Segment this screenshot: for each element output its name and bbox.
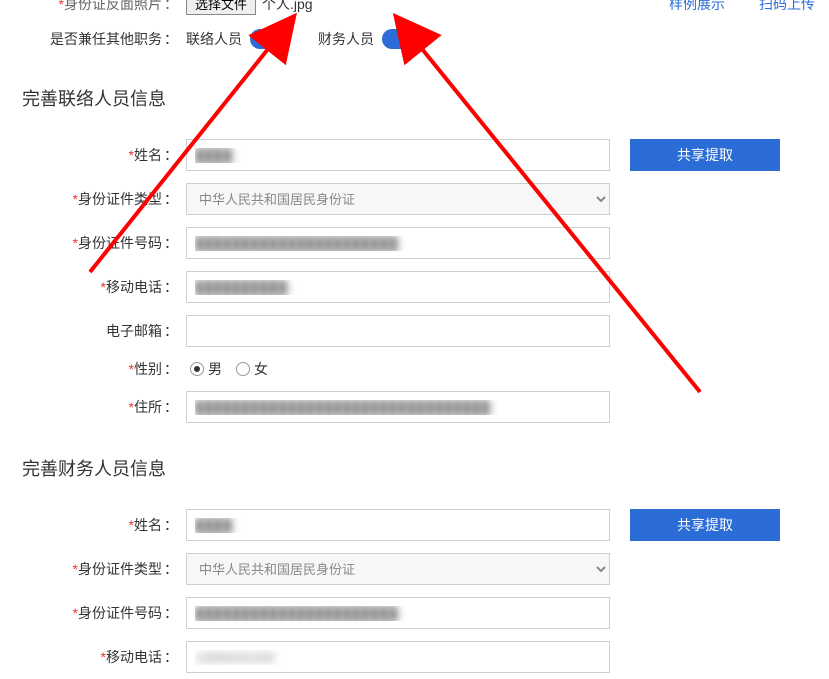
radio-icon [236, 362, 250, 376]
gender-female-radio[interactable]: 女 [236, 359, 268, 379]
contact-idno-label: 身份证件号码 [78, 235, 162, 251]
finance-idno-input[interactable] [186, 597, 610, 629]
contact-name-label: 姓名 [134, 147, 162, 163]
radio-icon [190, 362, 204, 376]
contact-email-input[interactable] [186, 315, 610, 347]
contact-toggle-label: 联络人员 [186, 29, 242, 49]
finance-name-label: 姓名 [134, 517, 162, 533]
sample-display-link[interactable]: 样例展示 [669, 0, 725, 14]
id-back-photo-label: *身份证反面照片： [0, 0, 186, 14]
contact-gender-label: 性别 [134, 361, 162, 377]
file-name-text: 个人.jpg [262, 0, 313, 14]
contact-name-input[interactable] [186, 139, 610, 171]
gender-male-radio[interactable]: 男 [190, 359, 222, 379]
finance-section-title: 完善财务人员信息 [0, 429, 829, 503]
contact-idtype-select[interactable]: 中华人民共和国居民身份证 [186, 183, 610, 215]
contact-idno-input[interactable] [186, 227, 610, 259]
contact-phone-input[interactable] [186, 271, 610, 303]
finance-idtype-label: 身份证件类型 [78, 561, 162, 577]
finance-phone-label: 移动电话 [106, 649, 162, 665]
contact-email-label: 电子邮箱 [106, 323, 162, 339]
finance-name-input[interactable] [186, 509, 610, 541]
contact-phone-label: 移动电话 [106, 279, 162, 295]
scan-upload-link[interactable]: 扫码上传 [759, 0, 815, 14]
choose-file-button[interactable]: 选择文件 [186, 0, 256, 15]
finance-toggle[interactable] [382, 29, 420, 49]
finance-share-button[interactable]: 共享提取 [630, 509, 780, 541]
finance-idtype-select[interactable]: 中华人民共和国居民身份证 [186, 553, 610, 585]
finance-toggle-label: 财务人员 [318, 29, 374, 49]
contact-share-button[interactable]: 共享提取 [630, 139, 780, 171]
other-duties-label: 是否兼任其他职务： [0, 29, 186, 49]
finance-phone-input[interactable] [186, 641, 610, 673]
contact-idtype-label: 身份证件类型 [78, 191, 162, 207]
contact-section-title: 完善联络人员信息 [0, 59, 829, 133]
contact-address-input[interactable] [186, 391, 610, 423]
contact-address-label: 住所 [134, 399, 162, 415]
finance-idno-label: 身份证件号码 [78, 605, 162, 621]
contact-toggle[interactable] [250, 29, 288, 49]
